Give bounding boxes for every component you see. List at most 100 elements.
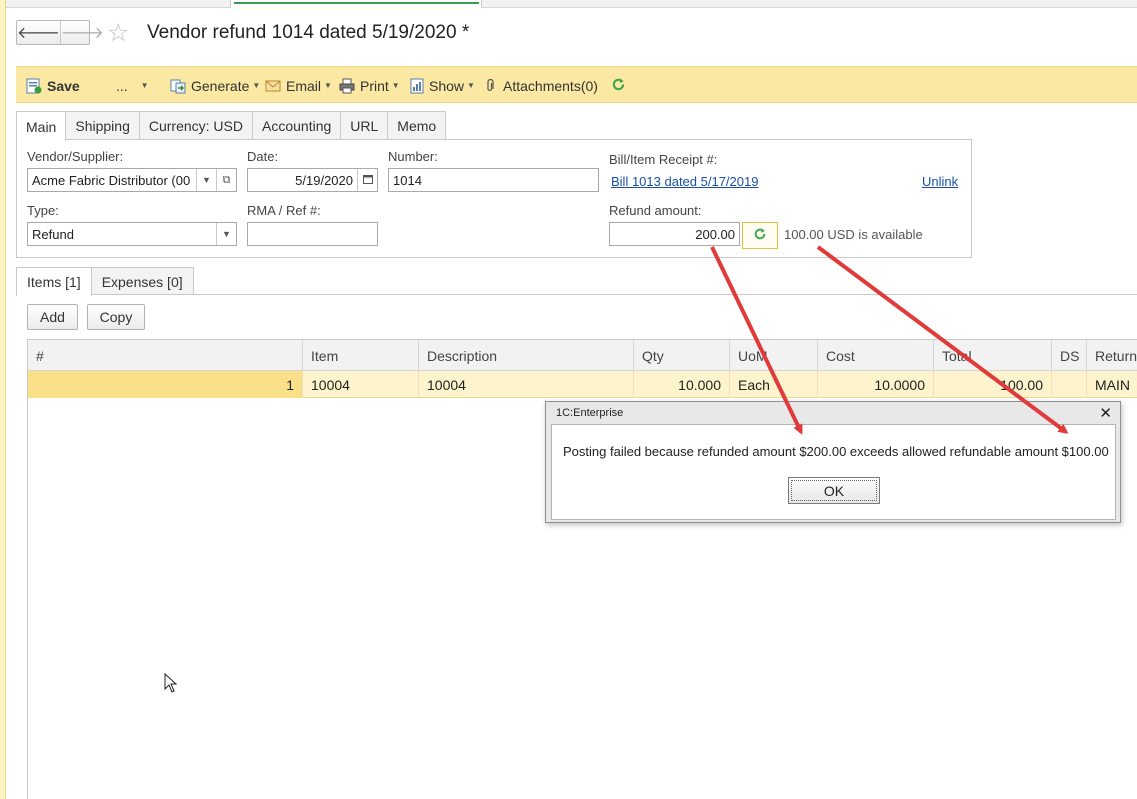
save-button[interactable]: Save [26, 67, 80, 104]
vendor-value: Acme Fabric Distributor (00 [32, 172, 191, 188]
type-value: Refund [32, 226, 74, 242]
number-field[interactable]: 1014 [388, 168, 599, 192]
email-button[interactable]: Email ▼ [265, 67, 332, 104]
copy-line-button[interactable]: Copy [87, 304, 145, 330]
date-field[interactable]: 5/19/2020 [247, 168, 378, 192]
lines-tabs: Items [1] Expenses [0] [16, 267, 194, 296]
table-row[interactable]: 1 10004 10004 10.000 Each 10.0000 100.00… [28, 371, 1137, 398]
number-label: Number: [388, 149, 438, 164]
nav-buttons: 🡐 🡒 [16, 20, 104, 45]
open-window-icon: ⧉ [222, 173, 231, 186]
col-ds[interactable]: DS [1052, 340, 1087, 371]
tab-items[interactable]: Items [1] [16, 267, 92, 296]
cell-total[interactable]: 100.00 [934, 371, 1052, 398]
show-button[interactable]: Show ▼ [410, 67, 475, 104]
vendor-label: Vendor/Supplier: [27, 149, 124, 164]
active-window-tab-indicator [234, 2, 479, 4]
number-value: 1014 [393, 172, 422, 188]
col-qty[interactable]: Qty [634, 340, 730, 371]
calendar-icon [362, 174, 373, 186]
rma-field[interactable] [247, 222, 378, 246]
form-tabs: Main Shipping Currency: USD Accounting U… [16, 111, 447, 141]
date-label: Date: [247, 149, 279, 164]
tab-expenses[interactable]: Expenses [0] [90, 267, 194, 295]
left-panel-stripe [0, 0, 6, 799]
forward-button[interactable]: 🡒 [59, 21, 104, 44]
ok-button[interactable]: OK [788, 477, 880, 504]
table-header: # Item Description Qty UoM Cost Total DS… [28, 340, 1137, 371]
tab-shipping[interactable]: Shipping [65, 111, 140, 140]
refund-amount-field[interactable]: 200.00 [609, 222, 740, 246]
col-item[interactable]: Item [303, 340, 419, 371]
vendor-field[interactable]: Acme Fabric Distributor (00 ▼ ⧉ [27, 168, 237, 192]
window-tab-strip [6, 0, 1137, 8]
dialog-message: Posting failed because refunded amount $… [563, 444, 1109, 459]
printer-icon [339, 78, 355, 94]
bill-receipt-label: Bill/Item Receipt #: [609, 152, 718, 167]
print-button[interactable]: Print ▼ [339, 67, 400, 104]
cell-item[interactable]: 10004 [303, 371, 419, 398]
caret-down-icon: ▼ [324, 81, 332, 90]
col-number[interactable]: # [28, 340, 303, 371]
dialog-body: Posting failed because refunded amount $… [551, 424, 1116, 520]
caret-down-icon: ▼ [222, 229, 231, 239]
cell-return[interactable]: MAIN [1087, 371, 1137, 398]
report-icon [410, 78, 424, 94]
command-bar: Save ... ▼ Generate ▼ Email ▼ Print ▼ Show ▼ … [16, 66, 1137, 103]
lines-tabs-divider [16, 294, 1137, 295]
calendar-button[interactable] [357, 169, 377, 191]
col-total[interactable]: Total [934, 340, 1052, 371]
type-select[interactable]: Refund ▼ [27, 222, 237, 246]
generate-icon [170, 78, 186, 94]
caret-down-icon: ▼ [252, 81, 261, 90]
col-uom[interactable]: UoM [730, 340, 818, 371]
add-line-button[interactable]: Add [27, 304, 78, 330]
type-label: Type: [27, 203, 59, 218]
unlink-link[interactable]: Unlink [922, 174, 958, 189]
more-actions-button[interactable]: ... ▼ [116, 67, 149, 104]
tab-url[interactable]: URL [340, 111, 389, 140]
cell-number[interactable]: 1 [28, 371, 303, 398]
refresh-icon [753, 227, 767, 244]
cell-qty[interactable]: 10.000 [634, 371, 730, 398]
recalculate-refund-button[interactable] [742, 222, 778, 249]
arrow-left-icon: 🡐 [17, 25, 60, 42]
back-button[interactable]: 🡐 [17, 21, 60, 44]
refresh-button[interactable] [611, 67, 626, 104]
envelope-icon [265, 79, 281, 93]
caret-down-icon: ▼ [202, 175, 211, 185]
refund-amount-value: 200.00 [695, 226, 735, 242]
tab-accounting[interactable]: Accounting [252, 111, 342, 140]
tab-currency[interactable]: Currency: USD [138, 111, 253, 140]
vendor-dropdown-button[interactable]: ▼ [196, 169, 216, 191]
arrow-right-icon: 🡒 [60, 25, 104, 42]
col-return[interactable]: Return t [1087, 340, 1137, 371]
error-dialog: 1C:Enterprise ✕ Posting failed because r… [545, 401, 1121, 523]
mouse-pointer-icon [164, 672, 178, 696]
attachments-button[interactable]: Attachments(0) [486, 67, 598, 104]
paperclip-icon [486, 78, 494, 93]
rma-label: RMA / Ref #: [247, 203, 321, 218]
available-amount-text: 100.00 USD is available [784, 227, 923, 242]
tab-main[interactable]: Main [16, 111, 67, 141]
col-cost[interactable]: Cost [818, 340, 934, 371]
type-dropdown-button[interactable]: ▼ [216, 223, 236, 245]
caret-down-icon: ▼ [391, 81, 400, 90]
close-icon[interactable]: ✕ [1099, 404, 1112, 422]
page-title: Vendor refund 1014 dated 5/19/2020 * [147, 22, 470, 43]
refresh-icon [611, 77, 626, 95]
cell-ds[interactable] [1052, 371, 1087, 398]
date-value: 5/19/2020 [295, 172, 353, 188]
favorite-star-icon[interactable]: ☆ [107, 19, 129, 47]
col-description[interactable]: Description [419, 340, 634, 371]
vendor-open-button[interactable]: ⧉ [216, 169, 236, 191]
cell-cost[interactable]: 10.0000 [818, 371, 934, 398]
cell-description[interactable]: 10004 [419, 371, 634, 398]
tab-memo[interactable]: Memo [387, 111, 447, 140]
bill-link[interactable]: Bill 1013 dated 5/17/2019 [611, 174, 758, 189]
dialog-title: 1C:Enterprise [556, 407, 624, 419]
caret-down-icon: ▼ [140, 81, 149, 90]
caret-down-icon: ▼ [467, 81, 475, 90]
generate-button[interactable]: Generate ▼ [170, 67, 260, 104]
cell-uom[interactable]: Each [730, 371, 818, 398]
